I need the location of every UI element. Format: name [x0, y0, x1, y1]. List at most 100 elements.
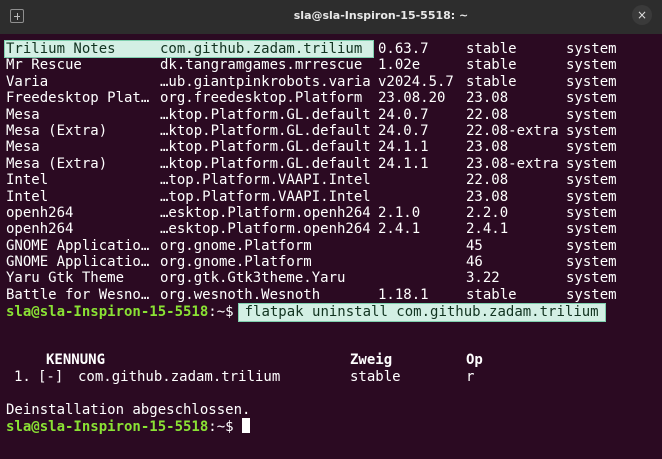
app-row: Freedesktop Plat… org.freedesktop.Platfor… — [6, 90, 662, 106]
app-branch: 22.08-extra — [466, 122, 559, 139]
app-name: Trilium Notes — [6, 41, 116, 57]
app-branch: 23.08-extra — [466, 155, 559, 172]
app-branch: stable — [466, 286, 517, 303]
app-branch: 3.22 — [466, 270, 500, 287]
app-id: org.gtk.Gtk3theme.Yaru — [160, 270, 346, 287]
app-branch: 23.08 — [466, 90, 509, 107]
app-row: Mesa (Extra) …ktop.Platform.GL.default 24.… — [6, 156, 662, 172]
terminal-output[interactable]: Trilium Notes com.github.zadam.trilium 0.6… — [4, 40, 662, 459]
app-installation: system — [566, 122, 617, 139]
app-id: …top.Platform.VAAPI.Intel — [160, 188, 371, 205]
app-version: 2.4.1 — [378, 221, 421, 238]
app-installation: system — [566, 90, 617, 107]
app-row: Intel …top.Platform.VAAPI.Intel 23.08 syste… — [6, 189, 662, 205]
app-row: Varia …ub.giantpinkrobots.varia v2024.5.7 s… — [6, 74, 662, 90]
app-name: Intel — [6, 188, 49, 205]
final-prompt-line: sla@sla-Inspiron-15-5518:~$ — [6, 417, 662, 435]
app-row: Mesa …ktop.Platform.GL.default 24.1.1 23.08… — [6, 139, 662, 155]
app-installation: system — [566, 57, 617, 74]
app-name: GNOME Applicatio… — [6, 237, 150, 254]
app-branch: 23.08 — [466, 188, 509, 205]
row-id: com.github.zadam.trilium — [78, 368, 281, 385]
close-button[interactable]: × — [632, 5, 652, 25]
app-id: com.github.zadam.trilium — [160, 41, 363, 57]
app-branch: 22.08 — [466, 106, 509, 123]
app-branch: stable — [466, 41, 517, 57]
header-id: KENNUNG — [46, 352, 106, 369]
app-name: openh264 — [6, 221, 74, 238]
app-version: 1.02e — [378, 57, 421, 74]
app-name: Varia — [6, 73, 49, 90]
app-installation: system — [566, 41, 617, 57]
app-branch: 46 — [466, 254, 483, 271]
app-name: Mesa — [6, 106, 40, 123]
app-version: v2024.5.7 — [378, 73, 454, 90]
app-installation: system — [566, 73, 617, 90]
app-row: Mesa (Extra) …ktop.Platform.GL.default 24.… — [6, 123, 662, 139]
app-installation: system — [566, 254, 617, 271]
text-cursor — [242, 417, 251, 433]
app-version: 0.63.7 — [378, 41, 429, 57]
app-id: …ktop.Platform.GL.default — [160, 106, 371, 123]
app-branch: stable — [466, 73, 517, 90]
app-name: Yaru Gtk Theme — [6, 270, 125, 287]
app-branch: 45 — [466, 237, 483, 254]
app-id: …esktop.Platform.openh264 — [160, 221, 371, 238]
app-name: GNOME Applicatio… — [6, 254, 150, 271]
window-title: sla@sla-Inspiron-15-5518: ~ — [293, 9, 469, 22]
app-version: 24.0.7 — [378, 106, 429, 123]
prompt-suffix: :~$ — [208, 418, 234, 435]
prompt-user-host: sla@sla-Inspiron-15-5518 — [6, 418, 209, 435]
app-row: GNOME Applicatio… org.gnome.Platform 45 sys… — [6, 238, 662, 254]
app-version: 2.1.0 — [378, 204, 421, 221]
prompt-suffix: :~$ — [208, 304, 234, 321]
app-id: …ktop.Platform.GL.default — [160, 139, 371, 156]
app-version: 23.08.20 — [378, 90, 446, 107]
result-message: Deinstallation abgeschlossen. — [6, 401, 251, 418]
app-id: org.freedesktop.Platform — [160, 90, 363, 107]
app-id: …ktop.Platform.GL.default — [160, 155, 371, 172]
row-index: 1. — [14, 368, 31, 385]
app-name: Mesa (Extra) — [6, 122, 108, 139]
app-version: 1.18.1 — [378, 286, 429, 303]
uninstall-table-row: 1. [-] com.github.zadam.trilium stable r — [6, 369, 662, 385]
app-branch: 2.2.0 — [466, 204, 509, 221]
app-name: Mesa — [6, 139, 40, 156]
app-branch: 2.4.1 — [466, 221, 509, 238]
app-version: 24.1.1 — [378, 155, 429, 172]
app-name: openh264 — [6, 204, 74, 221]
header-branch: Zweig — [350, 352, 393, 369]
app-id: …top.Platform.VAAPI.Intel — [160, 172, 371, 189]
app-id: org.wesnoth.Wesnoth — [160, 286, 321, 303]
row-mark: [-] — [38, 368, 64, 385]
uninstall-table-header: KENNUNG Zweig Op — [6, 352, 662, 368]
app-row: openh264 …esktop.Platform.openh264 2.4.1 2.… — [6, 221, 662, 237]
flatpak-list-output: Trilium Notes com.github.zadam.trilium 0.6… — [4, 40, 662, 303]
app-id: org.gnome.Platform — [160, 237, 312, 254]
app-name: Intel — [6, 172, 49, 189]
app-row: Mesa …ktop.Platform.GL.default 24.0.7 22.08… — [6, 107, 662, 123]
app-installation: system — [566, 139, 617, 156]
app-id: …ub.giantpinkrobots.varia — [160, 73, 371, 90]
prompt-user-host: sla@sla-Inspiron-15-5518 — [6, 304, 209, 321]
app-row: Intel …top.Platform.VAAPI.Intel 22.08 syste… — [6, 172, 662, 188]
app-name: Battle for Wesno… — [6, 286, 150, 303]
app-name: Freedesktop Plat… — [6, 90, 150, 107]
row-op: r — [466, 368, 475, 385]
app-branch: stable — [466, 57, 517, 74]
row-branch: stable — [350, 368, 401, 385]
app-row: openh264 …esktop.Platform.openh264 2.1.0 2.… — [6, 205, 662, 221]
app-installation: system — [566, 106, 617, 123]
app-branch: 23.08 — [466, 139, 509, 156]
app-version: 24.0.7 — [378, 122, 429, 139]
app-version: 24.1.1 — [378, 139, 429, 156]
app-installation: system — [566, 204, 617, 221]
app-id: dk.tangramgames.mrrescue — [160, 57, 363, 74]
app-name: Mesa (Extra) — [6, 155, 108, 172]
app-row: Battle for Wesno… org.wesnoth.Wesnoth 1.18… — [6, 287, 662, 303]
app-branch: 22.08 — [466, 172, 509, 189]
app-installation: system — [566, 221, 617, 238]
